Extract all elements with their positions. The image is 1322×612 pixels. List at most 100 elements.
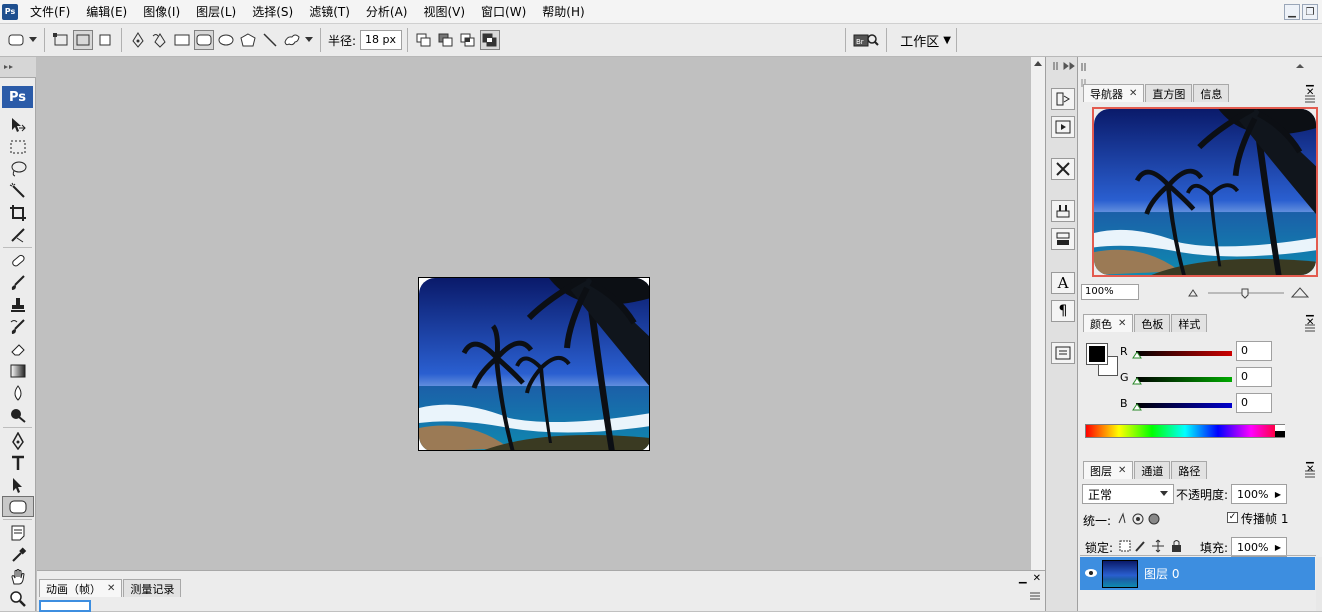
- eye-icon[interactable]: [1080, 567, 1102, 581]
- menu-select[interactable]: 选择(S): [244, 0, 301, 24]
- fill-pixels-icon[interactable]: [95, 30, 115, 50]
- lock-icons[interactable]: [1118, 538, 1184, 554]
- rounded-rectangle-tool-icon[interactable]: [2, 496, 34, 517]
- layers-scrollbar[interactable]: [1316, 557, 1322, 611]
- blue-value-input[interactable]: 0: [1236, 393, 1272, 413]
- navigator-menu-icon[interactable]: [1304, 92, 1316, 106]
- menu-filter[interactable]: 滤镜(T): [301, 0, 358, 24]
- menu-edit[interactable]: 编辑(E): [78, 0, 135, 24]
- rectangle-tool-icon[interactable]: [172, 30, 192, 50]
- layers-menu-icon[interactable]: [1304, 467, 1316, 481]
- clone-stamp-tool-icon[interactable]: [2, 294, 34, 315]
- brush-tool-icon[interactable]: [2, 272, 34, 293]
- shape-layers-icon[interactable]: [51, 30, 71, 50]
- tab-histogram[interactable]: 直方图: [1145, 84, 1193, 102]
- close-icon[interactable]: ✕: [107, 583, 115, 594]
- combine-exclude-icon[interactable]: [480, 30, 501, 50]
- blue-slider[interactable]: [1136, 402, 1232, 408]
- menu-file[interactable]: 文件(F): [22, 0, 78, 24]
- crop-tool-icon[interactable]: [2, 202, 34, 223]
- panel-close-icon[interactable]: ✕: [1033, 573, 1041, 584]
- workspace-menu[interactable]: 工作区 ▼: [900, 31, 951, 50]
- type-tool-icon[interactable]: [2, 452, 34, 473]
- combine-intersect-icon[interactable]: [458, 30, 478, 50]
- menu-analysis[interactable]: 分析(A): [358, 0, 416, 24]
- close-icon[interactable]: ✕: [1118, 318, 1126, 329]
- ellipse-tool-icon[interactable]: [216, 30, 236, 50]
- healing-brush-tool-icon[interactable]: [2, 250, 34, 271]
- tool-presets-panel-icon[interactable]: [1051, 158, 1075, 180]
- lasso-tool-icon[interactable]: [2, 158, 34, 179]
- slice-tool-icon[interactable]: [2, 224, 34, 245]
- dodge-tool-icon[interactable]: [2, 404, 34, 425]
- tool-preset-icon[interactable]: [6, 30, 26, 50]
- layer-comps-panel-icon[interactable]: [1051, 342, 1075, 364]
- menu-window[interactable]: 窗口(W): [473, 0, 534, 24]
- unify-icons[interactable]: [1116, 511, 1166, 527]
- green-slider[interactable]: [1136, 376, 1232, 382]
- red-slider[interactable]: [1136, 350, 1232, 356]
- tab-info[interactable]: 信息: [1193, 84, 1230, 102]
- navigator-preview[interactable]: [1092, 107, 1318, 277]
- menu-layer[interactable]: 图层(L): [188, 0, 244, 24]
- tab-styles[interactable]: 样式: [1171, 314, 1208, 332]
- tab-navigator[interactable]: 导航器 ✕: [1083, 84, 1145, 102]
- frame-thumbnail[interactable]: [39, 600, 91, 612]
- layer-row[interactable]: 图层 0: [1080, 557, 1315, 590]
- zoom-tool-icon[interactable]: [2, 588, 34, 609]
- menu-help[interactable]: 帮助(H): [534, 0, 592, 24]
- opacity-input[interactable]: 100% ▶: [1231, 484, 1287, 504]
- notes-tool-icon[interactable]: [2, 522, 34, 543]
- paragraph-panel-icon[interactable]: ¶: [1051, 300, 1075, 322]
- marquee-tool-icon[interactable]: [2, 136, 34, 157]
- move-tool-icon[interactable]: [2, 114, 34, 135]
- blur-tool-icon[interactable]: [2, 382, 34, 403]
- close-icon[interactable]: ✕: [1118, 465, 1126, 476]
- minimize-button[interactable]: ▁: [1284, 4, 1300, 20]
- red-value-input[interactable]: 0: [1236, 341, 1272, 361]
- path-selection-tool-icon[interactable]: [2, 474, 34, 495]
- shape-dropdown-icon[interactable]: [304, 30, 314, 50]
- combine-add-icon[interactable]: [414, 30, 434, 50]
- panel-menu-icon[interactable]: [1029, 589, 1041, 603]
- gradient-tool-icon[interactable]: [2, 360, 34, 381]
- combine-subtract-icon[interactable]: [436, 30, 456, 50]
- panel-minimize-icon[interactable]: ▁: [1019, 573, 1027, 584]
- pen-tool-icon[interactable]: [2, 430, 34, 451]
- brushes-panel-icon[interactable]: [1051, 200, 1075, 222]
- menu-image[interactable]: 图像(I): [135, 0, 188, 24]
- tab-paths[interactable]: 路径: [1171, 461, 1208, 479]
- tab-channels[interactable]: 通道: [1134, 461, 1171, 479]
- tab-layers[interactable]: 图层 ✕: [1083, 461, 1134, 479]
- clone-source-panel-icon[interactable]: [1051, 228, 1075, 250]
- color-menu-icon[interactable]: [1304, 321, 1316, 335]
- zoom-slider[interactable]: [1186, 286, 1316, 300]
- rounded-rectangle-tool-icon[interactable]: [194, 30, 214, 50]
- preset-dropdown-icon[interactable]: [28, 30, 38, 50]
- history-panel-icon[interactable]: [1051, 88, 1075, 110]
- close-icon[interactable]: ✕: [1129, 88, 1137, 99]
- tab-animation[interactable]: 动画（帧） ✕: [39, 579, 123, 597]
- eraser-tool-icon[interactable]: [2, 338, 34, 359]
- eyedropper-tool-icon[interactable]: [2, 544, 34, 565]
- fill-input[interactable]: 100% ▶: [1231, 537, 1287, 557]
- character-panel-icon[interactable]: A: [1051, 272, 1075, 294]
- green-value-input[interactable]: 0: [1236, 367, 1272, 387]
- toolbox-header[interactable]: [0, 57, 36, 78]
- freeform-pen-icon[interactable]: [150, 30, 170, 50]
- restore-button[interactable]: ❐: [1302, 4, 1318, 20]
- bridge-button[interactable]: Br: [852, 30, 880, 50]
- paths-icon[interactable]: [73, 30, 93, 50]
- tab-color[interactable]: 颜色 ✕: [1083, 314, 1134, 332]
- zoom-level-input[interactable]: 100%: [1081, 284, 1139, 300]
- tab-measurement-log[interactable]: 测量记录: [123, 579, 182, 597]
- pen-tool-icon[interactable]: [128, 30, 148, 50]
- actions-panel-icon[interactable]: [1051, 116, 1075, 138]
- line-tool-icon[interactable]: [260, 30, 280, 50]
- document-image[interactable]: [418, 277, 650, 451]
- history-brush-tool-icon[interactable]: [2, 316, 34, 337]
- vertical-scrollbar[interactable]: [1030, 57, 1045, 570]
- radius-input[interactable]: 18 px: [360, 30, 403, 50]
- foreground-color-swatch[interactable]: [1086, 343, 1108, 365]
- menu-view[interactable]: 视图(V): [415, 0, 473, 24]
